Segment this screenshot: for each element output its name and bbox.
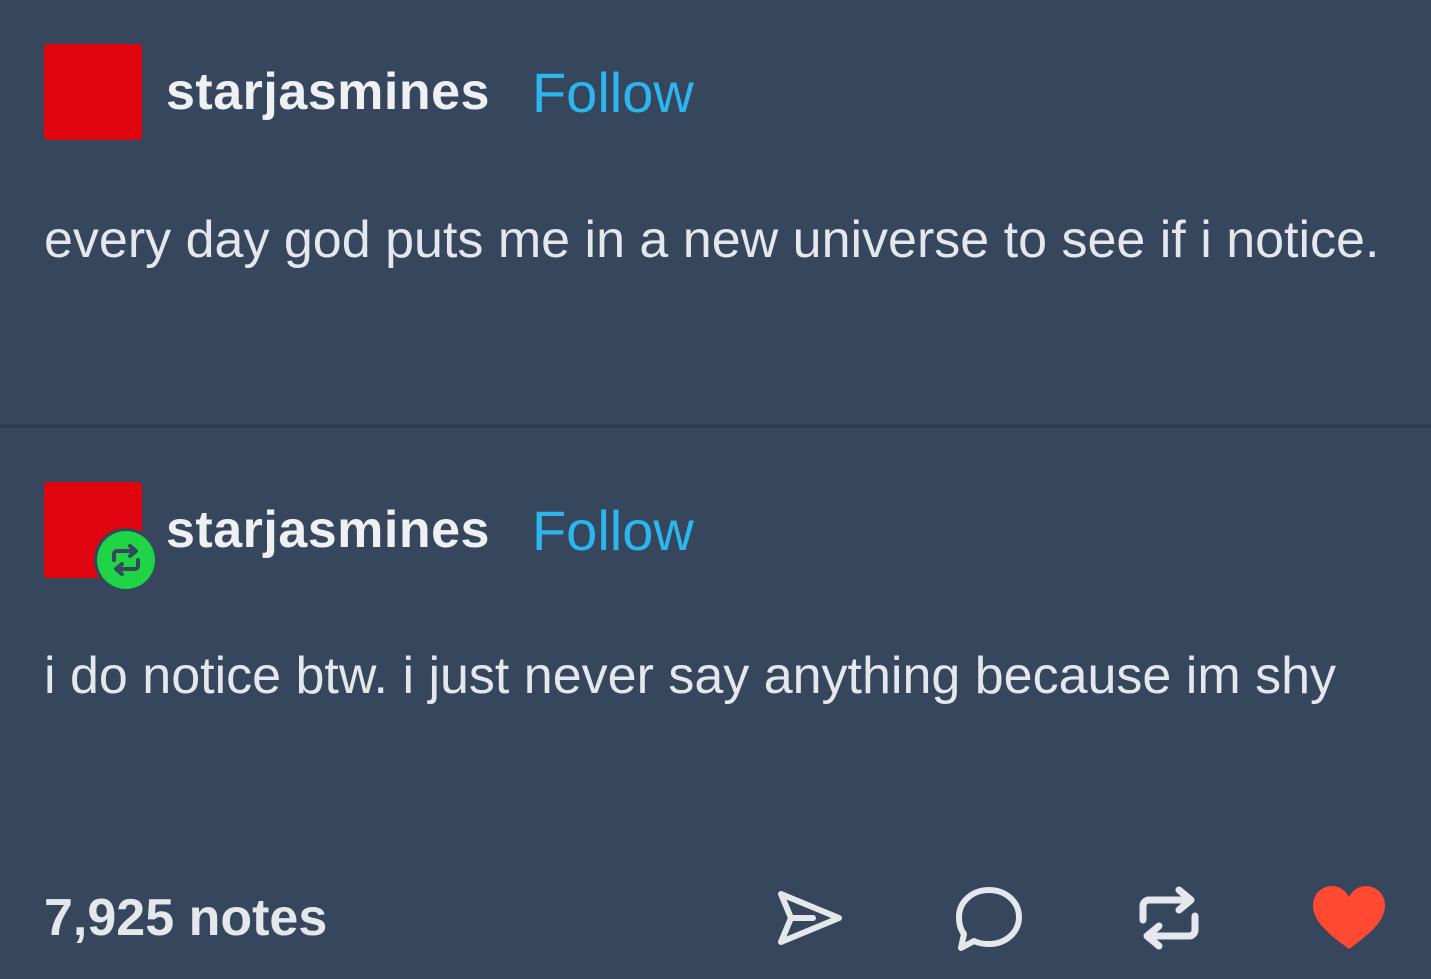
post-header: starjasmines Follow	[44, 42, 694, 142]
avatar[interactable]	[44, 44, 142, 140]
avatar-container[interactable]	[44, 482, 158, 592]
notes-count[interactable]: 7,925 notes	[44, 888, 327, 948]
reblog-post: starjasmines Follow i do notice btw. i j…	[0, 428, 1431, 979]
follow-button[interactable]: Follow	[532, 60, 694, 125]
username[interactable]: starjasmines	[166, 500, 490, 560]
post-text: i do notice btw. i just never say anythi…	[44, 647, 1337, 705]
post-text: every day god puts me in a new universe …	[44, 211, 1380, 269]
reply-icon[interactable]	[947, 878, 1031, 958]
reblog-header: starjasmines Follow	[44, 480, 694, 592]
share-icon[interactable]	[767, 878, 851, 958]
follow-button[interactable]: Follow	[532, 498, 694, 563]
reblog-badge-icon	[97, 531, 155, 589]
action-bar	[671, 878, 1391, 958]
like-heart-icon[interactable]	[1307, 878, 1391, 958]
username[interactable]: starjasmines	[166, 62, 490, 122]
avatar-container[interactable]	[44, 44, 144, 140]
post-footer: 7,925 notes	[44, 878, 1391, 958]
reblog-icon[interactable]	[1127, 878, 1211, 958]
reblog-badge	[94, 528, 158, 592]
original-post: starjasmines Follow every day god puts m…	[0, 0, 1431, 424]
